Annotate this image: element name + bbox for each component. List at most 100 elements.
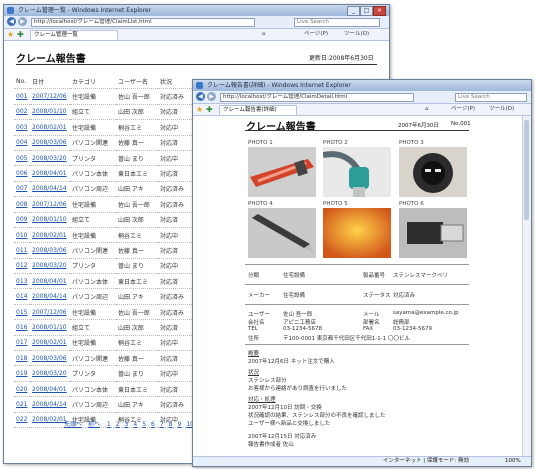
- address-value: 〒100-0001 東京都千代田区千代田1-1-1 〇〇ビル: [283, 336, 410, 342]
- maximize-button[interactable]: □: [360, 6, 373, 16]
- minimize-button[interactable]: _: [347, 6, 360, 16]
- cell-cat: 住宅設備: [70, 196, 116, 213]
- photo-4-label: PHOTO 4: [248, 201, 273, 207]
- row-date-link[interactable]: 2008/03/06: [32, 139, 67, 146]
- row-date-link[interactable]: 2008/04/14: [32, 293, 67, 300]
- zoom-level[interactable]: 100%: [505, 457, 521, 466]
- row-date-link[interactable]: 2007/12/06: [32, 201, 67, 208]
- row-number-link[interactable]: 008: [16, 201, 27, 208]
- row-date-link[interactable]: 2008/03/20: [32, 370, 67, 377]
- row-number-link[interactable]: 018: [16, 355, 27, 362]
- pager-page-link[interactable]: 7: [160, 421, 164, 428]
- pager-page-link[interactable]: 2: [116, 421, 120, 428]
- front-scrollbar[interactable]: [522, 116, 531, 457]
- row-date-link[interactable]: 2008/04/01: [32, 386, 67, 393]
- cell-user: 山田 アキ: [116, 181, 158, 198]
- row-number-link[interactable]: 019: [16, 370, 27, 377]
- row-date-link[interactable]: 2008/01/10: [32, 216, 67, 223]
- row-date-link[interactable]: 2007/12/06: [32, 93, 67, 100]
- back-active-tab[interactable]: クレーム管理一覧: [30, 30, 118, 41]
- cell-date: 2008/04/01: [30, 165, 70, 182]
- pager-page-link[interactable]: 3: [125, 421, 129, 428]
- cell-status: 対応済み: [158, 396, 192, 413]
- row-date-link[interactable]: 2008/04/01: [32, 278, 67, 285]
- url-field[interactable]: http://localhost/クレーム管理/ClaimList.html: [31, 18, 255, 27]
- pager-prev-link[interactable]: 前へ: [88, 421, 100, 428]
- home-icon[interactable]: ⌂: [425, 104, 429, 115]
- row-date-link[interactable]: 2008/03/20: [32, 262, 67, 269]
- row-number-link[interactable]: 006: [16, 170, 27, 177]
- home-icon[interactable]: ⌂: [262, 29, 266, 40]
- pager-page-link[interactable]: 5: [142, 421, 146, 428]
- row-number-link[interactable]: 007: [16, 185, 27, 192]
- row-number-link[interactable]: 011: [16, 247, 27, 254]
- row-number-link[interactable]: 014: [16, 293, 27, 300]
- page-menu[interactable]: ページ(P): [304, 29, 328, 40]
- row-date-link[interactable]: 2008/04/14: [32, 185, 67, 192]
- detail-text-2: お客様から連絡があり調査を行いました: [248, 386, 348, 392]
- front-active-tab[interactable]: クレーム報告書(詳細): [219, 105, 297, 116]
- row-number-link[interactable]: 022: [16, 416, 27, 423]
- back-button[interactable]: ◀: [7, 17, 16, 26]
- add-favorite-icon[interactable]: ✚: [206, 104, 213, 115]
- scrollbar-thumb[interactable]: [524, 120, 529, 220]
- favorites-star-icon[interactable]: ★: [196, 104, 203, 115]
- cell-user: 東日本エミ: [116, 165, 158, 182]
- forward-button[interactable]: ▶: [207, 92, 216, 101]
- row-date-link[interactable]: 2008/02/01: [32, 124, 67, 131]
- cell-no: 011: [14, 242, 30, 259]
- footer-text-2: 報告書作成者 佐山: [248, 442, 294, 448]
- row-number-link[interactable]: 016: [16, 324, 27, 331]
- row-number-link[interactable]: 003: [16, 124, 27, 131]
- row-number-link[interactable]: 001: [16, 93, 27, 100]
- row-number-link[interactable]: 017: [16, 339, 27, 346]
- url-field[interactable]: http://localhost/クレーム管理/ClaimDetail.html: [220, 93, 414, 102]
- tools-menu[interactable]: ツール(O): [489, 104, 514, 115]
- row-date-link[interactable]: 2008/03/20: [32, 155, 67, 162]
- row-date-link[interactable]: 2008/04/01: [32, 170, 67, 177]
- cell-date: 2008/04/01: [30, 273, 70, 290]
- row-date-link[interactable]: 2008/02/01: [32, 232, 67, 239]
- dept-label: 部署名: [363, 320, 380, 326]
- pager-first-link[interactable]: 先頭へ: [64, 421, 82, 428]
- row-number-link[interactable]: 012: [16, 262, 27, 269]
- row-date-link[interactable]: 2007/12/06: [32, 309, 67, 316]
- cell-cat: 住宅設備: [70, 335, 116, 352]
- row-date-link[interactable]: 2008/04/14: [32, 401, 67, 408]
- favorites-star-icon[interactable]: ★: [7, 29, 14, 40]
- pager-page-link[interactable]: 9: [178, 421, 182, 428]
- row-date-link[interactable]: 2008/03/06: [32, 355, 67, 362]
- page-menu[interactable]: ページ(P): [451, 104, 475, 115]
- tools-menu[interactable]: ツール(O): [344, 29, 369, 40]
- row-date-link[interactable]: 2008/03/06: [32, 247, 67, 254]
- row-number-link[interactable]: 013: [16, 278, 27, 285]
- row-number-link[interactable]: 020: [16, 386, 27, 393]
- back-address-bar: ◀ ▶ http://localhost/クレーム管理/ClaimList.ht…: [4, 16, 389, 29]
- search-input[interactable]: Live Search: [294, 18, 380, 27]
- pager-page-link[interactable]: 6: [151, 421, 155, 428]
- row-date-link[interactable]: 2008/02/01: [32, 416, 67, 423]
- pager-page-link[interactable]: 8: [169, 421, 173, 428]
- pager-page-link[interactable]: 4: [133, 421, 137, 428]
- front-status-bar: インターネット | 保護モード: 無効 100%: [193, 456, 531, 466]
- pager-page-link[interactable]: 1: [107, 421, 111, 428]
- cell-user: 佐藤 真一: [116, 242, 158, 259]
- back-button[interactable]: ◀: [196, 92, 205, 101]
- user-value: 佐山 吾一郎: [283, 312, 313, 318]
- row-number-link[interactable]: 009: [16, 216, 27, 223]
- add-favorite-icon[interactable]: ✚: [17, 29, 24, 40]
- row-number-link[interactable]: 010: [16, 232, 27, 239]
- action-text-1: 2007年12月10日 訪問・交換: [248, 405, 322, 411]
- action-text-2: 状況確認の結果、ステンレス部分の不良を確認しました: [248, 413, 386, 419]
- row-number-link[interactable]: 021: [16, 401, 27, 408]
- row-number-link[interactable]: 002: [16, 108, 27, 115]
- close-button[interactable]: ×: [373, 6, 386, 16]
- row-number-link[interactable]: 005: [16, 155, 27, 162]
- row-number-link[interactable]: 004: [16, 139, 27, 146]
- search-input[interactable]: Live Search: [455, 93, 527, 102]
- row-date-link[interactable]: 2008/01/10: [32, 324, 67, 331]
- row-date-link[interactable]: 2008/01/10: [32, 108, 67, 115]
- row-number-link[interactable]: 015: [16, 309, 27, 316]
- forward-button[interactable]: ▶: [18, 17, 27, 26]
- row-date-link[interactable]: 2008/02/01: [32, 339, 67, 346]
